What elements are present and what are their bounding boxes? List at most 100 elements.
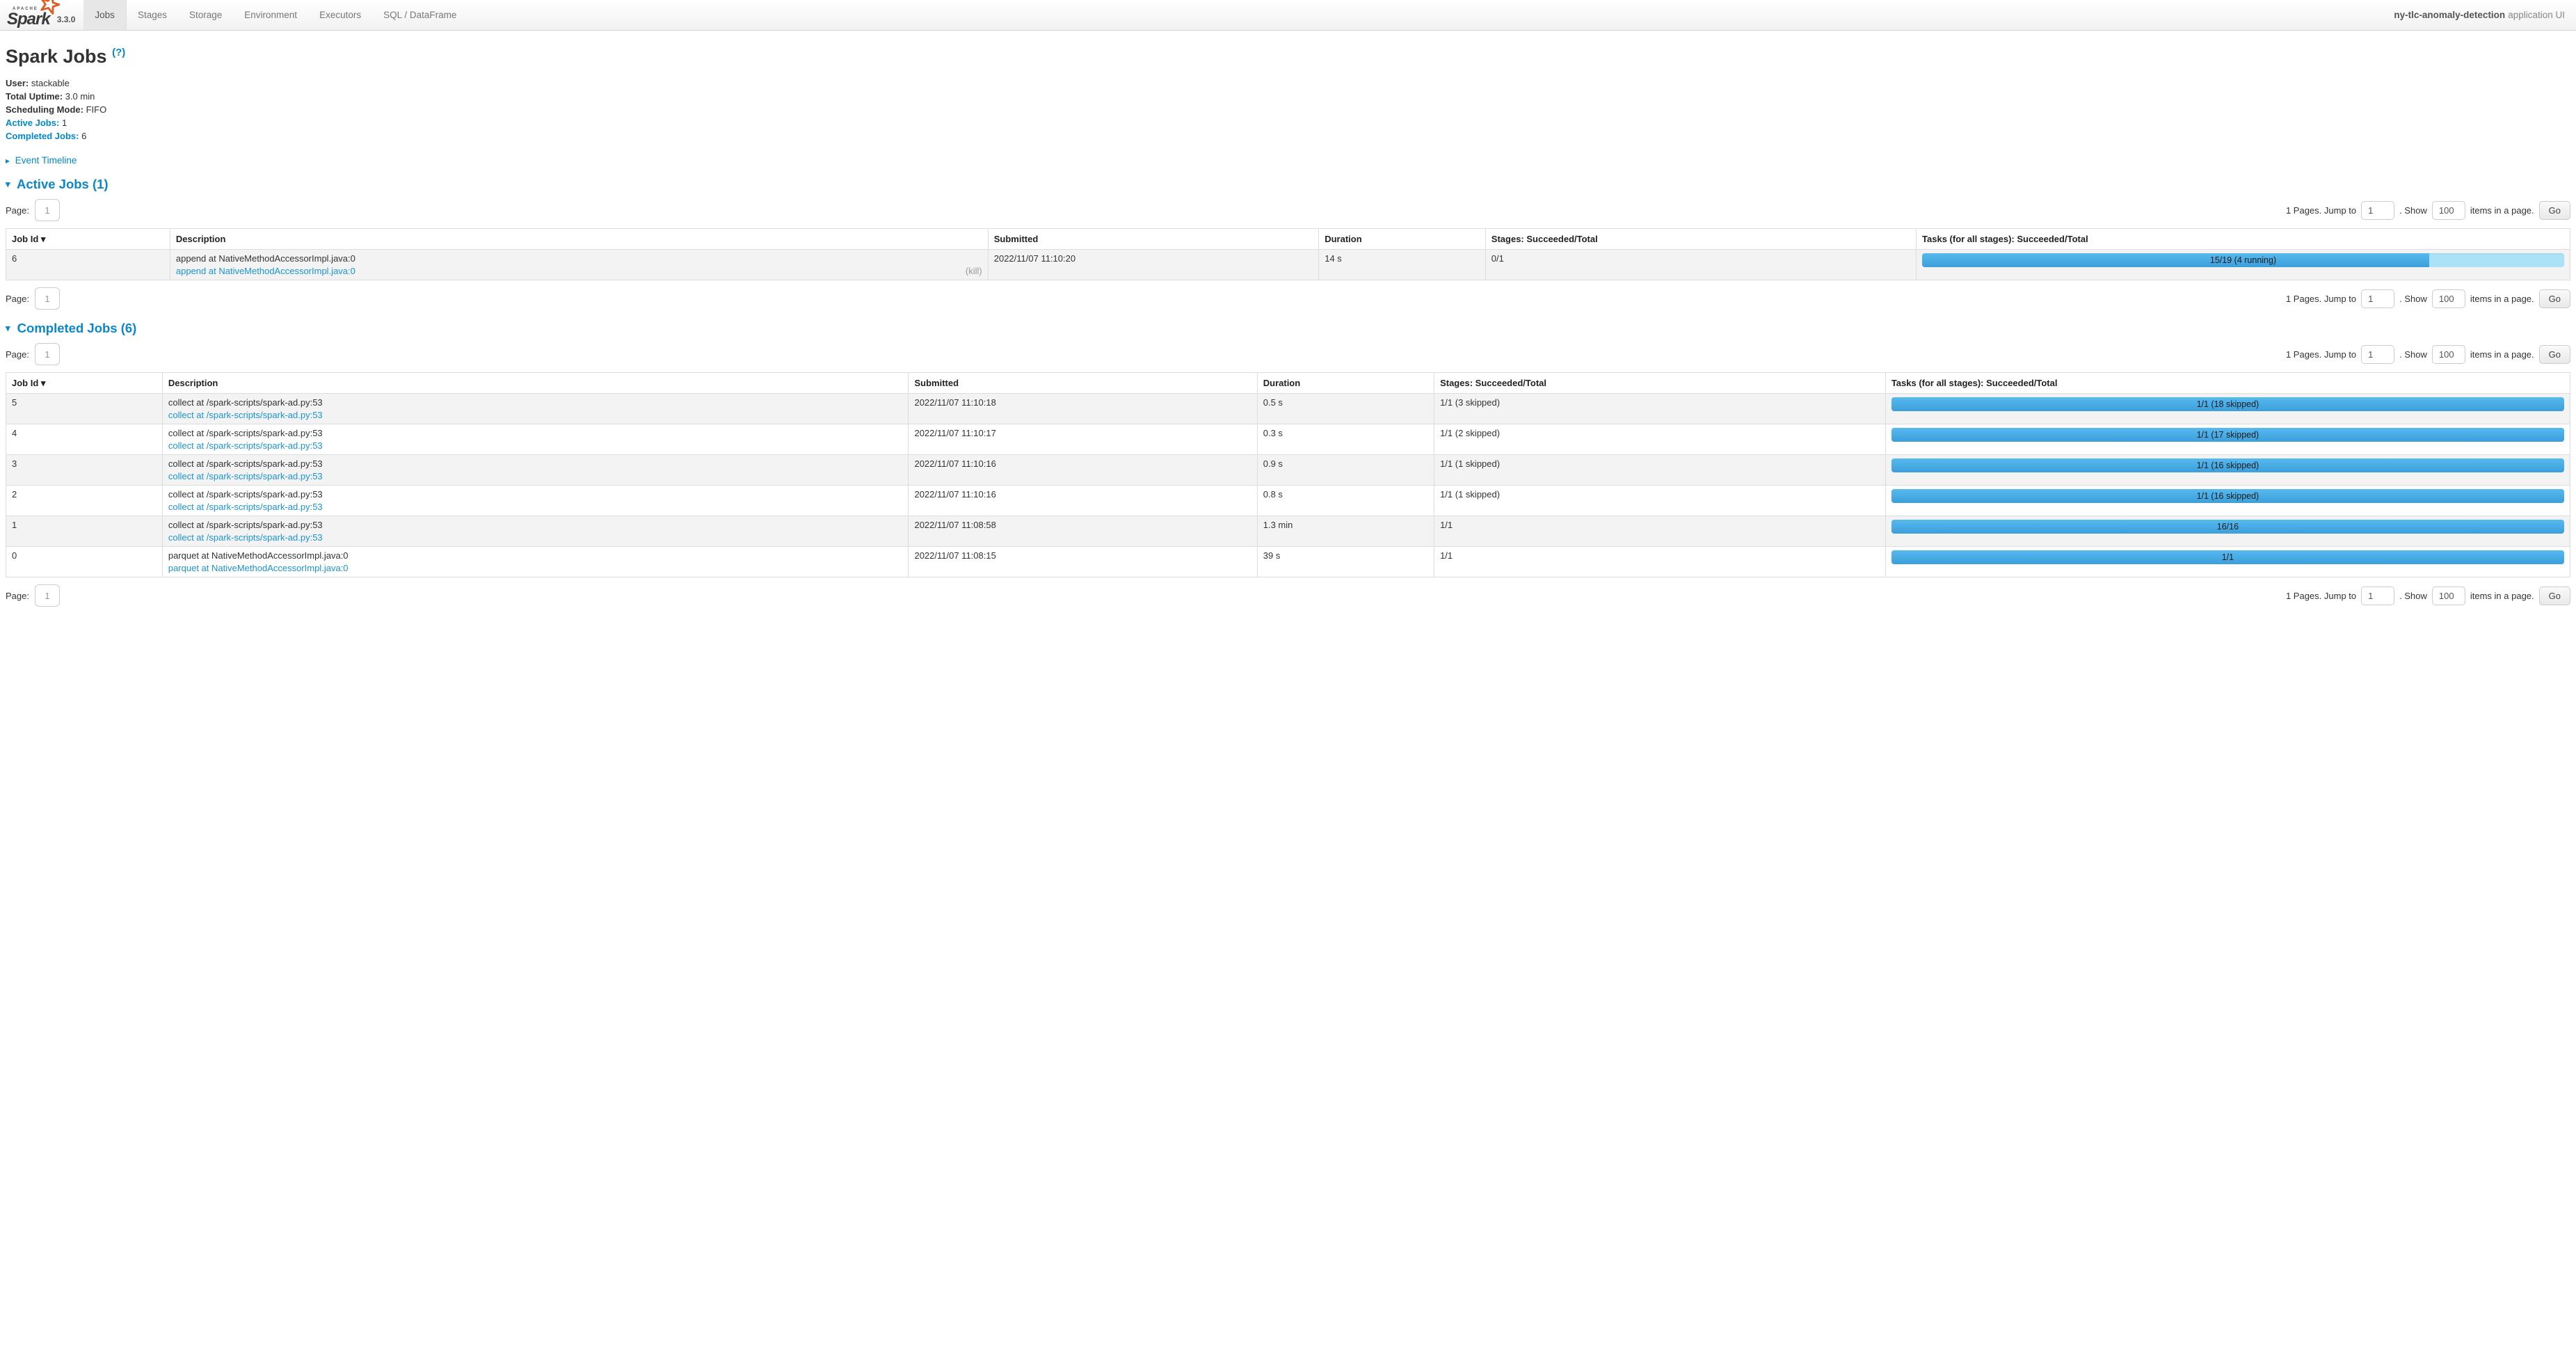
column-job-id[interactable]: Job Id ▾: [6, 229, 170, 250]
table-row: 6 append at NativeMethodAccessorImpl.jav…: [6, 250, 2570, 280]
progress-label: 1/1 (18 skipped): [1891, 397, 2564, 411]
tab-jobs[interactable]: Jobs: [83, 0, 127, 30]
tab-executors[interactable]: Executors: [308, 0, 372, 30]
job-detail-link[interactable]: collect at /spark-scripts/spark-ad.py:53: [168, 470, 323, 482]
job-detail-link[interactable]: parquet at NativeMethodAccessorImpl.java…: [168, 562, 349, 574]
column-submitted[interactable]: Submitted: [909, 373, 1257, 394]
job-id-cell: 3: [6, 455, 163, 486]
job-detail-link[interactable]: collect at /spark-scripts/spark-ad.py:53: [168, 532, 323, 543]
jump-to-page-input[interactable]: [2361, 289, 2394, 308]
go-button[interactable]: Go: [2539, 289, 2570, 308]
job-detail-link[interactable]: append at NativeMethodAccessorImpl.java:…: [176, 265, 355, 277]
items-per-page-input[interactable]: [2432, 201, 2465, 220]
tab-stages[interactable]: Stages: [127, 0, 178, 30]
job-detail-link[interactable]: collect at /spark-scripts/spark-ad.py:53: [168, 409, 323, 421]
go-button[interactable]: Go: [2539, 345, 2570, 364]
pages-count-text: 1 Pages. Jump to: [2286, 294, 2356, 304]
spark-logo-wordmark: APACHE Spark: [7, 0, 50, 28]
completed-jobs-link[interactable]: Completed Jobs:: [6, 131, 79, 141]
page-label: Page:: [6, 294, 29, 304]
table-row: 2 collect at /spark-scripts/spark-ad.py:…: [6, 486, 2570, 516]
column-description[interactable]: Description: [170, 229, 988, 250]
progress-label: 16/16: [1891, 520, 2564, 534]
job-description: parquet at NativeMethodAccessorImpl.java…: [168, 550, 903, 561]
jump-to-page-input[interactable]: [2361, 201, 2394, 220]
help-link[interactable]: (?): [112, 47, 125, 58]
items-per-page-input[interactable]: [2432, 345, 2465, 364]
active-jobs-table: Job Id ▾ Description Submitted Duration …: [6, 228, 2570, 280]
task-progress-bar: 1/1 (18 skipped): [1891, 397, 2564, 411]
stages-cell: 1/1 (1 skipped): [1434, 455, 1886, 486]
completed-jobs-header-row: Job Id ▾ Description Submitted Duration …: [6, 373, 2570, 394]
chevron-right-icon: ▸: [6, 156, 10, 166]
scheduling-mode-label: Scheduling Mode:: [6, 104, 83, 115]
progress-label: 1/1 (16 skipped): [1891, 458, 2564, 472]
job-detail-link[interactable]: collect at /spark-scripts/spark-ad.py:53: [168, 501, 323, 513]
page-number-input[interactable]: [35, 343, 60, 365]
table-row: 0 parquet at NativeMethodAccessorImpl.ja…: [6, 547, 2570, 577]
column-submitted[interactable]: Submitted: [988, 229, 1318, 250]
job-id-cell: 0: [6, 547, 163, 577]
task-progress-bar: 15/19 (4 running): [1922, 253, 2564, 267]
submitted-cell: 2022/11/07 11:08:15: [909, 547, 1257, 577]
active-jobs-header-row: Job Id ▾ Description Submitted Duration …: [6, 229, 2570, 250]
table-row: 4 collect at /spark-scripts/spark-ad.py:…: [6, 424, 2570, 455]
show-text: . Show: [2399, 205, 2427, 216]
jump-to-page-input[interactable]: [2361, 345, 2394, 364]
column-tasks[interactable]: Tasks (for all stages): Succeeded/Total: [1885, 373, 2570, 394]
tab-storage[interactable]: Storage: [178, 0, 233, 30]
go-button[interactable]: Go: [2539, 201, 2570, 220]
pages-count-text: 1 Pages. Jump to: [2286, 591, 2356, 601]
page-number-input[interactable]: [35, 199, 60, 221]
active-jobs-count: 1: [62, 118, 67, 128]
page-title: Spark Jobs (?): [6, 46, 2570, 67]
column-tasks[interactable]: Tasks (for all stages): Succeeded/Total: [1917, 229, 2570, 250]
tasks-cell: 15/19 (4 running): [1917, 250, 2570, 280]
show-text: . Show: [2399, 294, 2427, 304]
job-detail-link[interactable]: collect at /spark-scripts/spark-ad.py:53: [168, 440, 323, 452]
application-ui-suffix: application UI: [2508, 10, 2565, 20]
column-stages[interactable]: Stages: Succeeded/Total: [1434, 373, 1886, 394]
nav-tabs: Jobs Stages Storage Environment Executor…: [83, 0, 467, 30]
submitted-cell: 2022/11/07 11:10:20: [988, 250, 1318, 280]
completed-jobs-bottom-pagination: Page: 1 Pages. Jump to . Show items in a…: [6, 584, 2570, 607]
description-cell: collect at /spark-scripts/spark-ad.py:53…: [162, 424, 909, 455]
column-duration[interactable]: Duration: [1257, 373, 1434, 394]
jump-to-page-input[interactable]: [2361, 586, 2394, 605]
summary-scheduling-mode: Scheduling Mode: FIFO: [6, 104, 2570, 116]
completed-jobs-heading: Completed Jobs (6): [17, 321, 137, 335]
column-duration[interactable]: Duration: [1319, 229, 1486, 250]
column-stages[interactable]: Stages: Succeeded/Total: [1485, 229, 1916, 250]
show-text: . Show: [2399, 591, 2427, 601]
spark-star-icon: [39, 0, 60, 17]
items-in-page-text: items in a page.: [2470, 591, 2534, 601]
active-jobs-link[interactable]: Active Jobs:: [6, 118, 59, 128]
duration-cell: 0.5 s: [1257, 394, 1434, 424]
items-per-page-input[interactable]: [2432, 289, 2465, 308]
go-button[interactable]: Go: [2539, 586, 2570, 605]
page-number-input[interactable]: [35, 287, 60, 310]
duration-cell: 0.8 s: [1257, 486, 1434, 516]
tab-sql-dataframe[interactable]: SQL / DataFrame: [372, 0, 467, 30]
column-job-id[interactable]: Job Id ▾: [6, 373, 163, 394]
duration-cell: 39 s: [1257, 547, 1434, 577]
pages-count-text: 1 Pages. Jump to: [2286, 349, 2356, 360]
page-number-input[interactable]: [35, 584, 60, 607]
completed-jobs-section-title[interactable]: ▾ Completed Jobs (6): [6, 321, 2570, 336]
submitted-cell: 2022/11/07 11:10:16: [909, 486, 1257, 516]
job-description: collect at /spark-scripts/spark-ad.py:53: [168, 427, 903, 439]
stages-cell: 1/1 (2 skipped): [1434, 424, 1886, 455]
tab-environment[interactable]: Environment: [233, 0, 308, 30]
column-description[interactable]: Description: [162, 373, 909, 394]
spark-logo: APACHE Spark 3.3.0: [0, 0, 83, 30]
chevron-down-icon: ▾: [6, 179, 10, 189]
items-per-page-input[interactable]: [2432, 586, 2465, 605]
progress-label: 1/1: [1891, 550, 2564, 564]
event-timeline-toggle[interactable]: ▸ Event Timeline: [6, 155, 2570, 166]
stages-cell: 0/1: [1485, 250, 1916, 280]
kill-link[interactable]: (kill): [966, 265, 982, 277]
completed-jobs-count: 6: [81, 131, 86, 141]
application-name: ny-tlc-anomaly-detection application UI: [2394, 0, 2576, 30]
active-jobs-section-title[interactable]: ▾ Active Jobs (1): [6, 177, 2570, 192]
description-cell: collect at /spark-scripts/spark-ad.py:53…: [162, 455, 909, 486]
